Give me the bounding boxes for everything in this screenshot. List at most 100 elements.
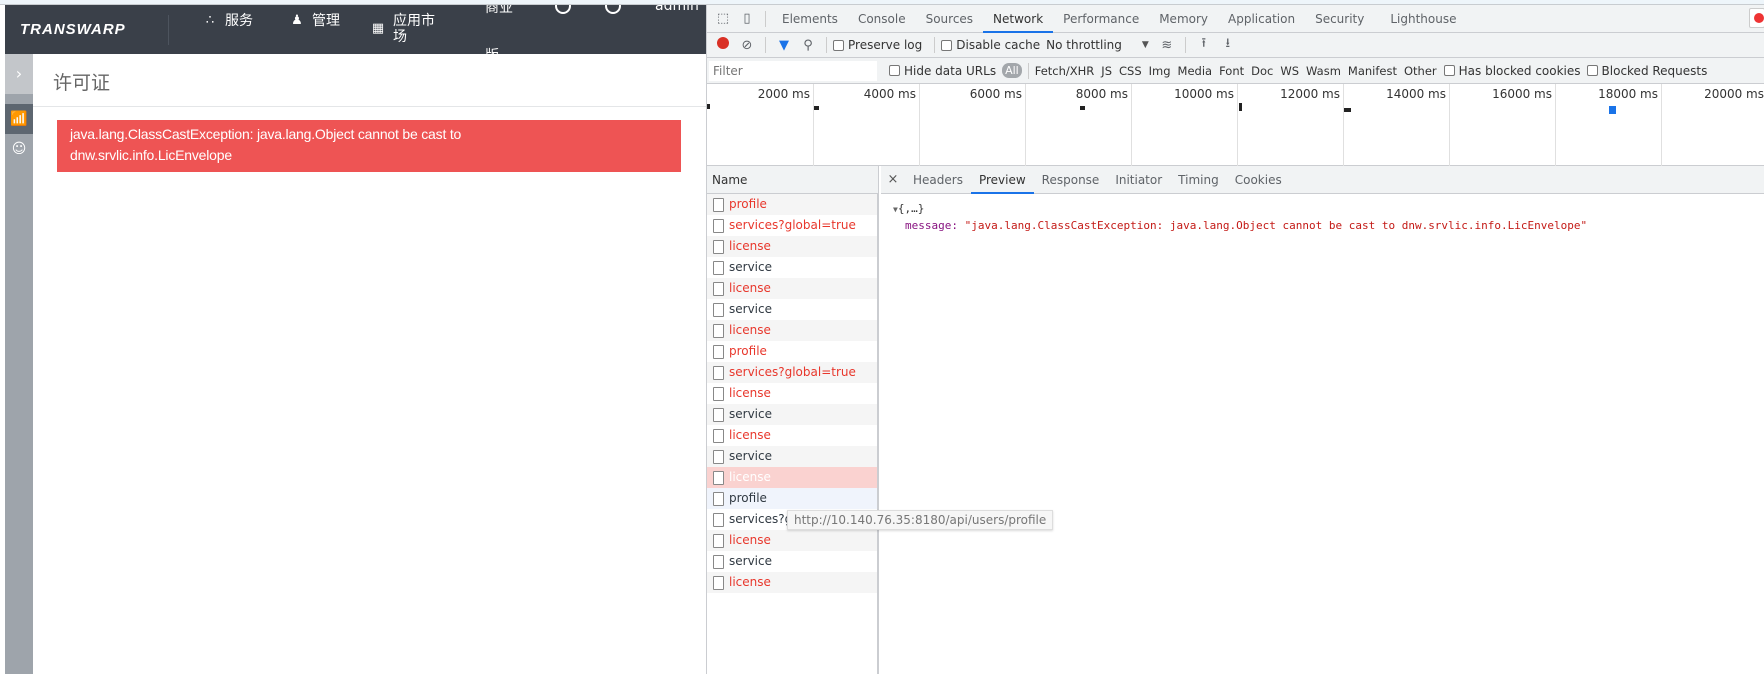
monitor-chart-icon[interactable]: 📶 bbox=[5, 104, 33, 134]
checkbox[interactable] bbox=[1586, 65, 1598, 76]
detail-tab-preview[interactable]: Preview bbox=[970, 166, 1034, 194]
checkbox[interactable] bbox=[941, 39, 953, 51]
request-name: license bbox=[729, 323, 771, 337]
request-row[interactable]: license bbox=[707, 278, 877, 299]
filter-icon[interactable]: ▼ bbox=[772, 38, 796, 53]
mask-icon[interactable]: ☺ bbox=[5, 134, 33, 164]
timeline-gridline bbox=[1343, 84, 1344, 166]
request-row[interactable]: license bbox=[707, 572, 877, 593]
tab-console[interactable]: Console bbox=[848, 5, 916, 33]
request-row[interactable]: profile bbox=[707, 488, 877, 509]
request-row[interactable]: services?global=true bbox=[707, 215, 877, 236]
inspect-element-icon[interactable]: ⬚ bbox=[711, 11, 735, 26]
tab-security[interactable]: Security bbox=[1305, 5, 1374, 33]
filter-type-img[interactable]: Img bbox=[1149, 64, 1171, 78]
transwarp-logo[interactable]: TRANSWARP bbox=[20, 21, 126, 38]
request-name: license bbox=[729, 428, 771, 442]
request-name: profile bbox=[729, 491, 767, 505]
network-overview-timeline[interactable]: 2000 ms 4000 ms 6000 ms 8000 ms 10000 ms 1200… bbox=[707, 84, 1764, 166]
row-checkbox bbox=[713, 533, 724, 548]
has-blocked-cookies-checkbox[interactable]: Has blocked cookies bbox=[1443, 63, 1581, 78]
tab-lighthouse[interactable]: Lighthouse bbox=[1380, 5, 1466, 33]
close-devtools-button[interactable] bbox=[1749, 8, 1764, 28]
tab-network[interactable]: Network bbox=[983, 5, 1054, 33]
filter-type-doc[interactable]: Doc bbox=[1251, 64, 1273, 78]
nav-management[interactable]: ♟ 管理 bbox=[288, 13, 342, 29]
request-row[interactable]: service bbox=[707, 551, 877, 572]
tab-performance[interactable]: Performance bbox=[1053, 5, 1149, 33]
detail-tab-headers[interactable]: Headers bbox=[905, 166, 971, 194]
detail-tab-cookies[interactable]: Cookies bbox=[1227, 166, 1290, 194]
timeline-gridline bbox=[919, 84, 920, 166]
filter-type-manifest[interactable]: Manifest bbox=[1348, 64, 1397, 78]
tab-memory[interactable]: Memory bbox=[1149, 5, 1218, 33]
disable-cache-checkbox[interactable]: Disable cache bbox=[941, 38, 1040, 52]
request-row[interactable]: service bbox=[707, 257, 877, 278]
preserve-log-checkbox[interactable]: Preserve log bbox=[833, 38, 922, 52]
request-row[interactable]: license bbox=[707, 320, 877, 341]
services-icon: ∴ bbox=[205, 13, 215, 28]
has-blocked-cookies-label: Has blocked cookies bbox=[1458, 63, 1581, 78]
separator bbox=[826, 37, 827, 53]
info-icon[interactable] bbox=[555, 5, 571, 14]
blocked-requests-checkbox[interactable]: Blocked Requests bbox=[1586, 64, 1707, 78]
filter-bar: Filter Hide data URLs All Fetch/XHR JS CSS… bbox=[707, 58, 1764, 84]
request-detail-tabs: × Headers Preview Response Initiator Timing C… bbox=[881, 166, 1764, 194]
detail-tab-timing[interactable]: Timing bbox=[1170, 166, 1227, 194]
search-icon[interactable]: ⚲ bbox=[796, 38, 820, 53]
request-row[interactable]: license bbox=[707, 383, 877, 404]
header-divider bbox=[168, 15, 169, 45]
nav-app-market[interactable]: ▦ 应用市场 bbox=[369, 13, 437, 45]
filter-type-wasm[interactable]: Wasm bbox=[1306, 64, 1341, 78]
request-row[interactable]: license bbox=[707, 236, 877, 257]
filter-type-media[interactable]: Media bbox=[1178, 64, 1213, 78]
sidebar-expand-button[interactable]: › bbox=[5, 54, 33, 94]
hide-data-urls-checkbox[interactable]: Hide data URLs bbox=[889, 64, 996, 78]
import-har-icon[interactable]: ⭱ bbox=[1192, 34, 1216, 56]
preview-root[interactable]: ▼{,…} bbox=[893, 201, 1587, 218]
web-page: TRANSWARP ∴ 服务 ♟ 管理 ▦ 应用市场 商业 版 admin › … bbox=[0, 5, 706, 674]
disable-cache-label: Disable cache bbox=[956, 38, 1041, 52]
tab-sources[interactable]: Sources bbox=[916, 5, 983, 33]
detail-tab-response[interactable]: Response bbox=[1034, 166, 1108, 194]
checkbox[interactable] bbox=[833, 39, 844, 51]
separator bbox=[934, 37, 936, 53]
throttling-select[interactable]: No throttling ▼ bbox=[1046, 38, 1149, 52]
name-column-header[interactable]: Name bbox=[707, 166, 879, 194]
request-name: license bbox=[729, 575, 771, 589]
row-checkbox bbox=[713, 239, 724, 254]
detail-tab-initiator[interactable]: Initiator bbox=[1107, 166, 1170, 194]
filter-type-font[interactable]: Font bbox=[1219, 64, 1244, 78]
request-row[interactable]: license bbox=[707, 530, 877, 551]
request-row[interactable]: license bbox=[707, 425, 877, 446]
checkbox[interactable] bbox=[1443, 65, 1455, 76]
globe-icon[interactable] bbox=[605, 5, 621, 14]
filter-type-all[interactable]: All bbox=[1002, 63, 1022, 78]
title-divider bbox=[33, 106, 706, 107]
filter-type-js[interactable]: JS bbox=[1101, 64, 1112, 78]
checkbox[interactable] bbox=[889, 65, 900, 76]
user-name[interactable]: admin bbox=[655, 5, 699, 14]
tab-application[interactable]: Application bbox=[1218, 5, 1305, 33]
request-row[interactable]: service bbox=[707, 299, 877, 320]
request-row[interactable]: service bbox=[707, 446, 877, 467]
request-row[interactable]: profile bbox=[707, 194, 877, 215]
device-toolbar-icon[interactable]: ▯ bbox=[735, 11, 759, 26]
filter-type-css[interactable]: CSS bbox=[1119, 64, 1142, 78]
close-detail-icon[interactable]: × bbox=[881, 172, 905, 187]
nav-services[interactable]: ∴ 服务 bbox=[201, 13, 255, 29]
request-row[interactable]: license bbox=[707, 467, 877, 488]
network-conditions-icon[interactable]: ≋ bbox=[1155, 38, 1179, 53]
request-name: license bbox=[729, 239, 771, 253]
tab-elements[interactable]: Elements bbox=[772, 5, 848, 33]
filter-type-ws[interactable]: WS bbox=[1280, 64, 1299, 78]
filter-type-fetchxhr[interactable]: Fetch/XHR bbox=[1035, 64, 1095, 78]
export-har-icon[interactable]: ⭳ bbox=[1216, 34, 1240, 56]
request-row[interactable]: service bbox=[707, 404, 877, 425]
request-row[interactable]: services?global=true bbox=[707, 362, 877, 383]
clear-icon[interactable]: ⊘ bbox=[735, 38, 759, 53]
filter-type-other[interactable]: Other bbox=[1404, 64, 1437, 78]
record-button[interactable] bbox=[711, 37, 735, 53]
request-row[interactable]: profile bbox=[707, 341, 877, 362]
filter-input[interactable]: Filter bbox=[709, 60, 877, 81]
